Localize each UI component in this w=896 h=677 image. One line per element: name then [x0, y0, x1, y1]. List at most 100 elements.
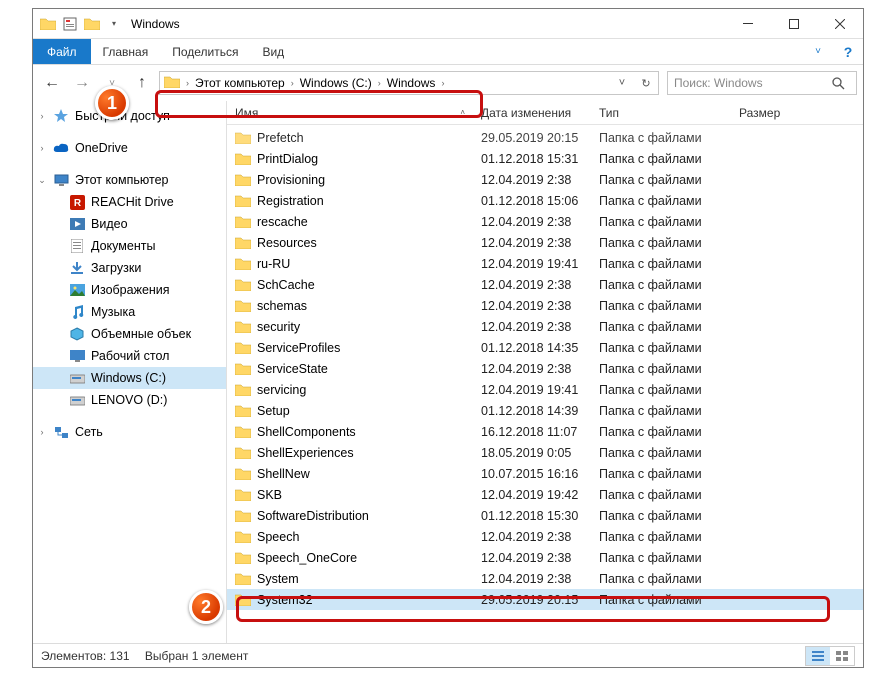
ribbon-tab-share[interactable]: Поделиться [160, 39, 250, 64]
qat-dropdown-icon[interactable]: ▾ [105, 15, 123, 33]
file-row[interactable]: ServiceProfiles01.12.2018 14:35Папка с ф… [227, 337, 863, 358]
sidebar-item-label: Загрузки [91, 261, 141, 275]
star-icon [53, 108, 69, 124]
file-row[interactable]: SchCache12.04.2019 2:38Папка с файлами [227, 274, 863, 295]
search-icon[interactable] [832, 77, 856, 90]
file-row[interactable]: PrintDialog01.12.2018 15:31Папка с файла… [227, 148, 863, 169]
folder-icon [235, 425, 251, 438]
up-button[interactable]: ↑ [129, 70, 155, 96]
file-date: 01.12.2018 15:30 [481, 509, 599, 523]
back-button[interactable]: ← [39, 70, 65, 96]
file-row[interactable]: Setup01.12.2018 14:39Папка с файлами [227, 400, 863, 421]
status-bar: Элементов: 131 Выбран 1 элемент [33, 643, 863, 667]
file-row[interactable]: ShellExperiences18.05.2019 0:05Папка с ф… [227, 442, 863, 463]
sidebar-item[interactable]: Музыка [33, 301, 226, 323]
refresh-icon[interactable]: ↻ [634, 72, 658, 94]
folder-icon [235, 152, 251, 165]
sidebar-item[interactable]: Документы [33, 235, 226, 257]
folder-icon [235, 215, 251, 228]
titlebar: ▾ Windows [33, 9, 863, 39]
file-row[interactable]: Provisioning12.04.2019 2:38Папка с файла… [227, 169, 863, 190]
file-name: Registration [257, 194, 324, 208]
sidebar-item[interactable]: Рабочий стол [33, 345, 226, 367]
details-view-icon[interactable] [806, 647, 830, 665]
file-row[interactable]: ServiceState12.04.2019 2:38Папка с файла… [227, 358, 863, 379]
ribbon-tab-view[interactable]: Вид [250, 39, 296, 64]
thumbnails-view-icon[interactable] [830, 647, 854, 665]
forward-button[interactable]: → [69, 70, 95, 96]
file-type: Папка с файлами [599, 509, 739, 523]
expand-caret-icon[interactable]: › [37, 143, 47, 153]
file-row[interactable]: ShellComponents16.12.2018 11:07Папка с ф… [227, 421, 863, 442]
breadcrumb-drive[interactable]: Windows (C:) [296, 76, 376, 90]
address-dropdown-icon[interactable]: ˅ [610, 72, 634, 94]
new-folder-qat-icon[interactable] [83, 15, 101, 33]
file-date: 12.04.2019 2:38 [481, 278, 599, 292]
disk-icon [69, 370, 85, 386]
column-name[interactable]: Имя ˄ [227, 106, 481, 120]
column-size[interactable]: Размер [739, 106, 819, 120]
ribbon-file-tab[interactable]: Файл [33, 39, 91, 64]
nav-pane[interactable]: › Быстрый доступ › OneDrive [33, 101, 227, 643]
expand-caret-icon[interactable]: › [37, 111, 47, 121]
file-row[interactable]: SoftwareDistribution01.12.2018 15:30Папк… [227, 505, 863, 526]
recent-dropdown-icon[interactable]: ˅ [99, 70, 125, 96]
file-list[interactable]: Prefetch29.05.2019 20:15Папка с файламиP… [227, 125, 863, 643]
breadcrumb-thispc[interactable]: Этот компьютер [191, 76, 289, 90]
properties-icon[interactable] [61, 15, 79, 33]
sidebar-item-label: Музыка [91, 305, 135, 319]
pictures-icon [69, 282, 85, 298]
ribbon-collapse-icon[interactable]: ˅ [803, 39, 833, 64]
file-row[interactable]: Resources12.04.2019 2:38Папка с файлами [227, 232, 863, 253]
file-row[interactable]: SKB12.04.2019 19:42Папка с файлами [227, 484, 863, 505]
search-input[interactable]: Поиск: Windows [667, 71, 857, 95]
chevron-right-icon[interactable]: › [184, 78, 191, 88]
file-row[interactable]: System3229.05.2019 20:15Папка с файлами [227, 589, 863, 610]
folder-icon [235, 446, 251, 459]
file-row[interactable]: security12.04.2019 2:38Папка с файлами [227, 316, 863, 337]
sidebar-item[interactable]: Объемные объек [33, 323, 226, 345]
minimize-button[interactable] [725, 9, 771, 39]
chevron-right-icon[interactable]: › [289, 78, 296, 88]
sidebar-quick-access[interactable]: › Быстрый доступ [33, 105, 226, 127]
sidebar-network[interactable]: › Сеть [33, 421, 226, 443]
column-date[interactable]: Дата изменения [481, 106, 599, 120]
file-name: System32 [257, 593, 313, 607]
file-date: 10.07.2015 16:16 [481, 467, 599, 481]
column-type[interactable]: Тип [599, 106, 739, 120]
address-bar[interactable]: › Этот компьютер › Windows (C:) › Window… [159, 71, 659, 95]
sidebar-onedrive[interactable]: › OneDrive [33, 137, 226, 159]
sidebar-this-pc[interactable]: ⌄ Этот компьютер [33, 169, 226, 191]
sidebar-item[interactable]: Видео [33, 213, 226, 235]
file-row[interactable]: rescache12.04.2019 2:38Папка с файлами [227, 211, 863, 232]
file-row[interactable]: System12.04.2019 2:38Папка с файлами [227, 568, 863, 589]
chevron-right-icon[interactable]: › [439, 78, 446, 88]
sidebar-item[interactable]: Изображения [33, 279, 226, 301]
collapse-caret-icon[interactable]: ⌄ [37, 175, 47, 186]
sidebar-item[interactable]: Windows (C:) [33, 367, 226, 389]
file-row[interactable]: Speech_OneCore12.04.2019 2:38Папка с фай… [227, 547, 863, 568]
ribbon-tab-home[interactable]: Главная [91, 39, 161, 64]
maximize-button[interactable] [771, 9, 817, 39]
file-row[interactable]: schemas12.04.2019 2:38Папка с файлами [227, 295, 863, 316]
file-date: 12.04.2019 19:42 [481, 488, 599, 502]
breadcrumb-folder[interactable]: Windows [383, 76, 440, 90]
sidebar-item[interactable]: Загрузки [33, 257, 226, 279]
sidebar-item[interactable]: LENOVO (D:) [33, 389, 226, 411]
file-row[interactable]: Speech12.04.2019 2:38Папка с файлами [227, 526, 863, 547]
sidebar-item[interactable]: RREACHit Drive [33, 191, 226, 213]
chevron-right-icon[interactable]: › [376, 78, 383, 88]
file-row[interactable]: servicing12.04.2019 19:41Папка с файлами [227, 379, 863, 400]
file-name: ServiceState [257, 362, 328, 376]
folder-icon [235, 467, 251, 480]
file-row[interactable]: ShellNew10.07.2015 16:16Папка с файлами [227, 463, 863, 484]
expand-caret-icon[interactable]: › [37, 427, 47, 437]
help-icon[interactable]: ? [833, 39, 863, 64]
file-row[interactable]: ru-RU12.04.2019 19:41Папка с файлами [227, 253, 863, 274]
file-type: Папка с файлами [599, 131, 739, 145]
folder-icon [235, 404, 251, 417]
file-row[interactable]: Registration01.12.2018 15:06Папка с файл… [227, 190, 863, 211]
close-button[interactable] [817, 9, 863, 39]
file-row[interactable]: Prefetch29.05.2019 20:15Папка с файлами [227, 127, 863, 148]
file-type: Папка с файлами [599, 194, 739, 208]
